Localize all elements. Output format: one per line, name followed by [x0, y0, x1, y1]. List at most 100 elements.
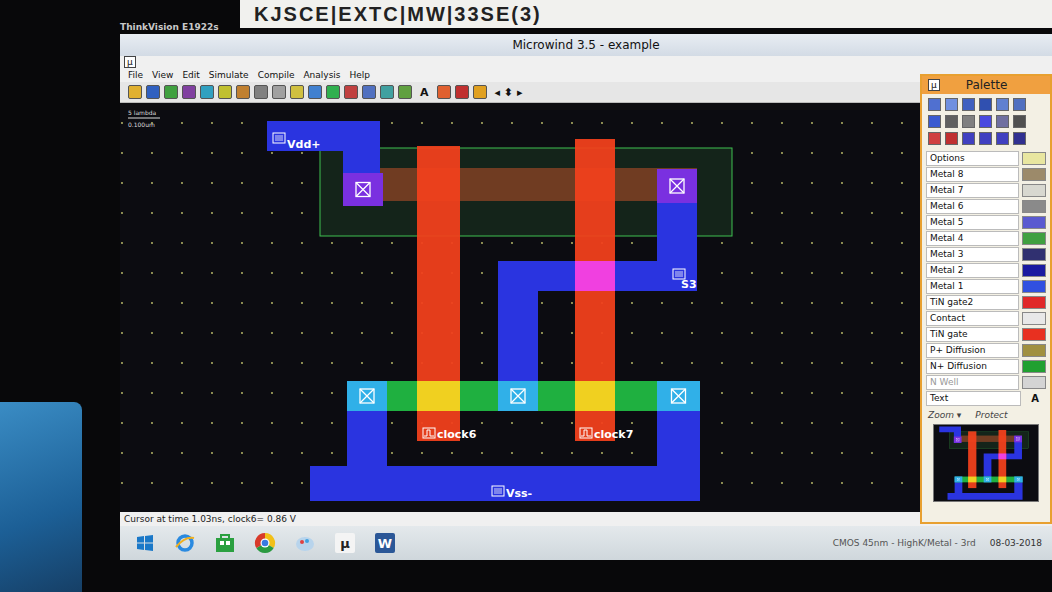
layout-drawing [267, 121, 732, 501]
tool-icon[interactable] [437, 85, 451, 99]
tool-icon[interactable] [128, 85, 142, 99]
zoom-button[interactable]: Zoom ▾ [928, 410, 961, 420]
layer-label[interactable]: Metal 7 [926, 183, 1019, 198]
palette-tool-icon[interactable] [1013, 98, 1026, 111]
layer-item[interactable]: N Well [926, 375, 1046, 390]
palette-tool-icon[interactable] [979, 98, 992, 111]
sticker: KJSCE|EXTC|MW|33SE(3) [240, 0, 1052, 28]
menu-item[interactable]: Compile [258, 70, 295, 80]
layer-item[interactable]: Metal 6 [926, 199, 1046, 214]
taskbar-app[interactable] [292, 530, 318, 556]
layer-item[interactable]: Metal 8 [926, 167, 1046, 182]
layer-label[interactable]: Metal 5 [926, 215, 1019, 230]
photo: ThinkVision E1922sKJSCE|EXTC|MW|33SE(3)M… [0, 0, 1052, 592]
layer-label[interactable]: Metal 6 [926, 199, 1019, 214]
palette-tool-icon[interactable] [996, 98, 1009, 111]
scale-lambda: 5 lambda [128, 109, 157, 116]
taskbar-app[interactable] [172, 530, 198, 556]
taskbar-app[interactable]: W [372, 530, 398, 556]
palette-tool-icon[interactable] [945, 132, 958, 145]
menu-item[interactable]: Edit [182, 70, 199, 80]
tool-icon[interactable] [254, 85, 268, 99]
layer-item[interactable]: Options [926, 151, 1046, 166]
palette-tool-icon[interactable] [945, 115, 958, 128]
tool-icon[interactable] [182, 85, 196, 99]
tool-button[interactable]: ◂ ⬍ ▸ [491, 86, 527, 99]
taskbar-app[interactable] [212, 530, 238, 556]
layer-label[interactable]: P+ Diffusion [926, 343, 1019, 358]
tool-icon[interactable] [398, 85, 412, 99]
palette-tool-icon[interactable] [962, 115, 975, 128]
layer-label[interactable]: N Well [926, 375, 1019, 390]
tool-icon[interactable] [164, 85, 178, 99]
menu-item[interactable]: Simulate [209, 70, 249, 80]
tool-icon[interactable] [236, 85, 250, 99]
snipping-icon [294, 532, 316, 554]
layer-item[interactable]: Metal 1 [926, 279, 1046, 294]
layer-label[interactable]: N+ Diffusion [926, 359, 1019, 374]
palette-tool-icon[interactable] [928, 115, 941, 128]
layer-item[interactable]: Metal 4 [926, 231, 1046, 246]
layer-swatch [1022, 360, 1046, 373]
layer-label[interactable]: Contact [926, 311, 1019, 326]
layout-canvas[interactable]: 5 lambda0.100umVdd+S3clock6clock7Vss- [120, 103, 1052, 512]
palette-tool-icon[interactable] [962, 98, 975, 111]
tool-icon[interactable] [290, 85, 304, 99]
layer-item[interactable]: Metal 3 [926, 247, 1046, 262]
tool-icon[interactable] [473, 85, 487, 99]
tool-icon[interactable] [218, 85, 232, 99]
layer-item[interactable]: Metal 7 [926, 183, 1046, 198]
tool-icon[interactable] [272, 85, 286, 99]
palette-tool-icon[interactable] [979, 115, 992, 128]
layer-label[interactable]: TiN gate2 [926, 295, 1019, 310]
tool-icon[interactable] [146, 85, 160, 99]
menu-item[interactable]: Analysis [303, 70, 340, 80]
taskbar-app[interactable] [252, 530, 278, 556]
tool-icon[interactable] [344, 85, 358, 99]
layout-preview[interactable] [933, 424, 1039, 502]
technology-label: CMOS 45nm - HighK/Metal - 3rd [833, 538, 976, 548]
layer-item[interactable]: Metal 2 [926, 263, 1046, 278]
layer-item[interactable]: TiN gate2 [926, 295, 1046, 310]
layer-item[interactable]: Contact [926, 311, 1046, 326]
palette-tool-icon[interactable] [945, 98, 958, 111]
tool-icon[interactable] [308, 85, 322, 99]
tool-button[interactable]: A [416, 86, 433, 99]
contact [343, 173, 383, 206]
palette-tool-icon[interactable] [928, 98, 941, 111]
store-icon [214, 532, 236, 554]
taskbar-app[interactable] [132, 530, 158, 556]
palette-tool-icon[interactable] [996, 132, 1009, 145]
layer-label[interactable]: Metal 1 [926, 279, 1019, 294]
layer-label[interactable]: Metal 8 [926, 167, 1019, 182]
app-icon[interactable]: µ [124, 56, 136, 68]
tool-icon[interactable] [362, 85, 376, 99]
tool-icon[interactable] [200, 85, 214, 99]
layer-item[interactable]: N+ Diffusion [926, 359, 1046, 374]
palette-tool-icon[interactable] [979, 132, 992, 145]
layer-label[interactable]: TiN gate [926, 327, 1019, 342]
tool-icon[interactable] [326, 85, 340, 99]
tool-icon[interactable] [455, 85, 469, 99]
layer-item[interactable]: Metal 5 [926, 215, 1046, 230]
layer-label[interactable]: Options [926, 151, 1019, 166]
layer-label[interactable]: Metal 4 [926, 231, 1019, 246]
layer-swatch [1022, 264, 1046, 277]
layer-item[interactable]: TiN gate [926, 327, 1046, 342]
palette-tool-icon[interactable] [1013, 115, 1026, 128]
layer-label[interactable]: Text [926, 391, 1021, 406]
palette-tool-icon[interactable] [928, 132, 941, 145]
layer-item[interactable]: TextA [926, 391, 1046, 406]
menu-item[interactable]: View [152, 70, 173, 80]
protect-button[interactable]: Protect [975, 410, 1007, 420]
layer-label[interactable]: Metal 2 [926, 263, 1019, 278]
layer-label[interactable]: Metal 3 [926, 247, 1019, 262]
menu-item[interactable]: Help [350, 70, 371, 80]
tool-icon[interactable] [380, 85, 394, 99]
layer-item[interactable]: P+ Diffusion [926, 343, 1046, 358]
palette-tool-icon[interactable] [962, 132, 975, 145]
menu-item[interactable]: File [128, 70, 143, 80]
taskbar-app[interactable]: µ [332, 530, 358, 556]
palette-tool-icon[interactable] [1013, 132, 1026, 145]
palette-tool-icon[interactable] [996, 115, 1009, 128]
